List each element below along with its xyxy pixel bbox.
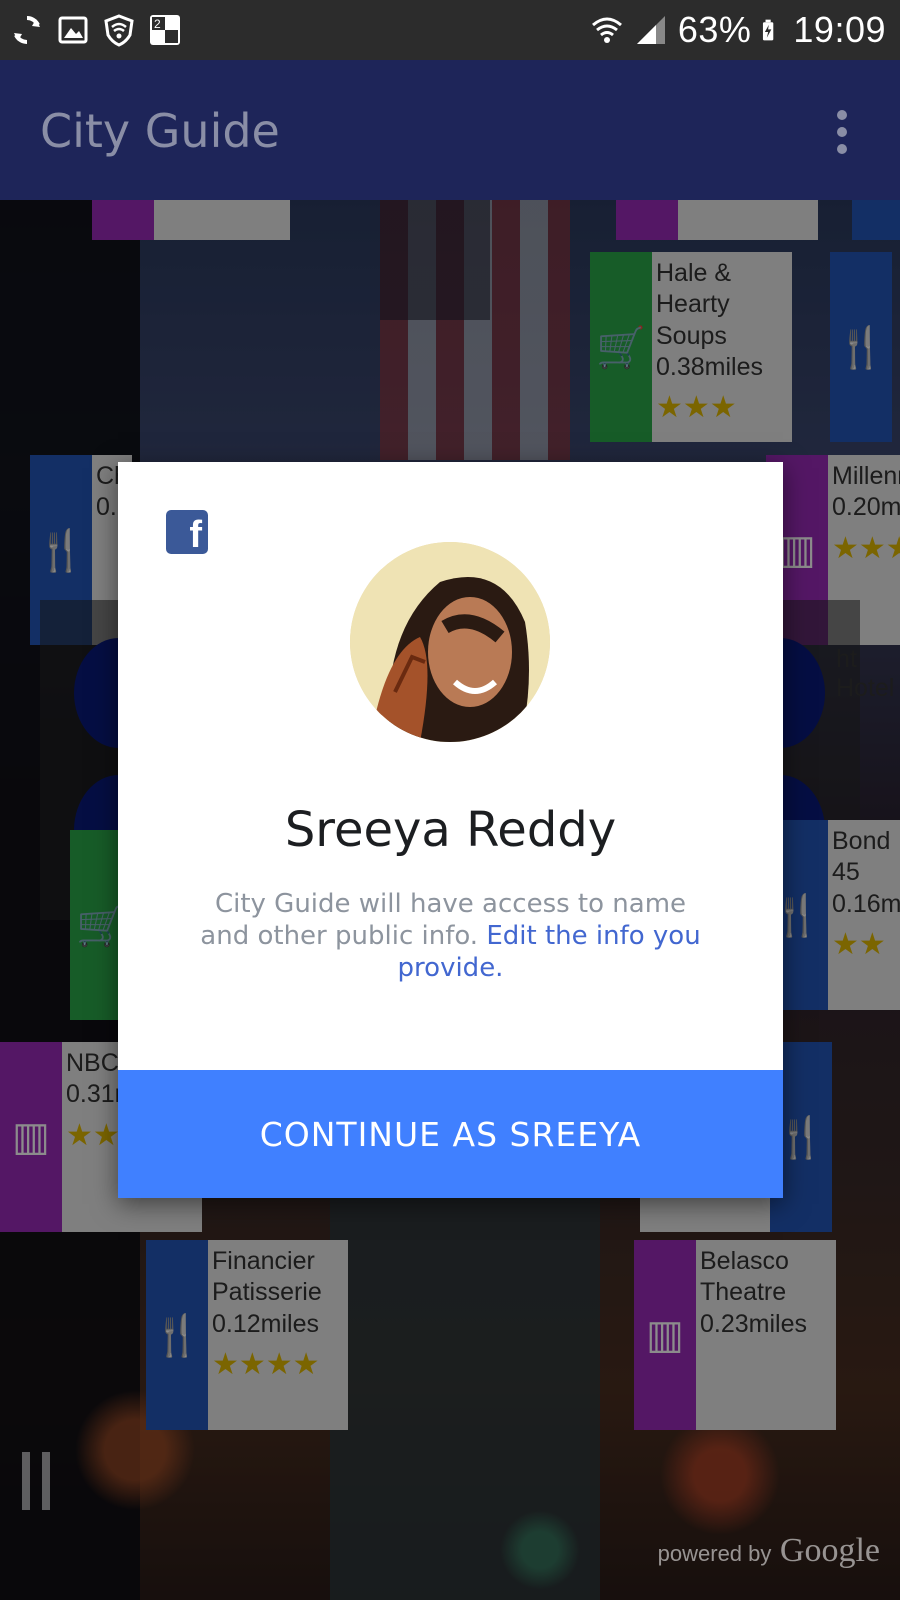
watermark-prefix: powered by xyxy=(657,1541,772,1566)
facebook-login-dialog: f Sreeya Reddy City Guide will have acce… xyxy=(118,462,783,1198)
app-title: City Guide xyxy=(40,104,280,158)
battery-percent: 63% xyxy=(677,9,752,50)
status-right-icons: 63% 19:09 xyxy=(590,8,886,52)
continue-button[interactable]: CONTINUE AS SREEYA xyxy=(118,1070,783,1198)
overflow-menu-icon[interactable] xyxy=(830,110,854,154)
facebook-icon: f xyxy=(166,510,208,554)
permission-text: City Guide will have access to name and … xyxy=(198,888,703,984)
status-left-icons: 2 xyxy=(10,10,182,50)
dual-sim-icon: 2 xyxy=(150,15,180,45)
watermark-brand: Google xyxy=(779,1532,880,1569)
clock: 19:09 xyxy=(793,9,886,50)
image-icon xyxy=(58,16,88,44)
sync-icon xyxy=(14,15,40,45)
wifi-icon xyxy=(591,17,622,43)
signal-icon xyxy=(636,16,665,44)
battery-charging-icon xyxy=(763,19,774,41)
avatar-photo xyxy=(350,542,550,742)
action-bar: City Guide xyxy=(0,60,900,200)
pause-icon xyxy=(22,1452,50,1510)
svg-text:2: 2 xyxy=(154,17,161,31)
avatar xyxy=(350,542,550,742)
user-name: Sreeya Reddy xyxy=(284,802,617,858)
google-watermark: powered by Google xyxy=(658,1532,880,1570)
status-bar: 2 63% 19:09 xyxy=(0,0,900,60)
shield-wifi-icon xyxy=(104,14,134,47)
